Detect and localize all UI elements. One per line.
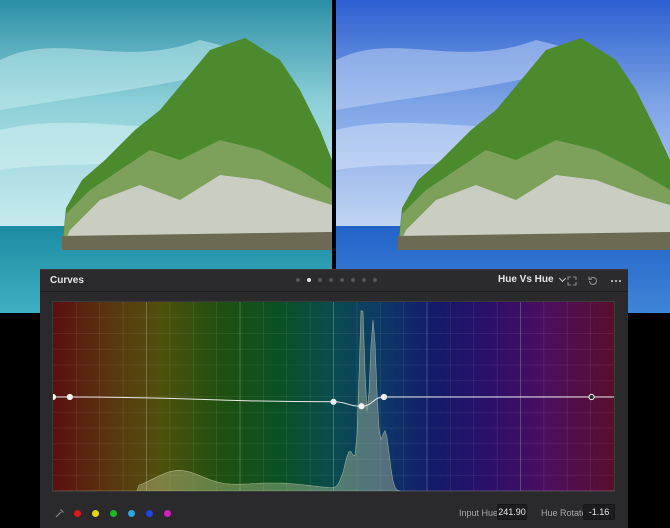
swatch-magenta[interactable] — [164, 510, 171, 517]
eyedropper-icon[interactable] — [54, 507, 66, 519]
curve-control-point[interactable] — [53, 393, 57, 401]
curve-page-indicator[interactable] — [296, 278, 377, 282]
input-hue-field[interactable]: 241.90 — [497, 504, 527, 520]
curves-panel-footer: Input Hue 241.90 Hue Rotate -1.16 — [40, 499, 628, 528]
page-dot[interactable] — [351, 278, 355, 282]
hue-vs-hue-curve-editor[interactable] — [52, 301, 615, 492]
hue-rotate-label: Hue Rotate — [541, 508, 587, 518]
input-hue-label: Input Hue — [459, 508, 499, 518]
swatch-red[interactable] — [74, 510, 81, 517]
page-dot[interactable] — [362, 278, 366, 282]
page-dot[interactable] — [340, 278, 344, 282]
curve-control-point[interactable] — [380, 393, 388, 401]
curve-graph[interactable] — [53, 302, 614, 491]
before-island-image — [0, 0, 332, 313]
after-island-image — [336, 0, 670, 313]
page-dot[interactable] — [296, 278, 300, 282]
reset-icon[interactable] — [586, 274, 600, 288]
more-options-icon[interactable] — [609, 274, 623, 288]
hue-rotate-field[interactable]: -1.16 — [583, 504, 615, 520]
swatch-cyan[interactable] — [128, 510, 135, 517]
panel-title: Curves — [50, 275, 84, 286]
curve-mode-dropdown[interactable]: Hue Vs Hue — [498, 274, 566, 285]
curves-panel: Curves Hue Vs Hue Input Hue 241.90 Hue R… — [40, 269, 628, 528]
viewer-after-image — [336, 0, 670, 313]
curve-control-point[interactable] — [358, 403, 365, 410]
curve-mode-label: Hue Vs Hue — [498, 274, 554, 285]
page-dot[interactable] — [318, 278, 322, 282]
page-dot[interactable] — [373, 278, 377, 282]
curve-control-point[interactable] — [588, 393, 595, 401]
expand-icon[interactable] — [565, 274, 579, 288]
swatch-blue[interactable] — [146, 510, 153, 517]
swatch-yellow[interactable] — [92, 510, 99, 517]
curve-control-point[interactable] — [66, 393, 73, 401]
swatch-green[interactable] — [110, 510, 117, 517]
viewer-before-image — [0, 0, 332, 313]
curve-control-point[interactable] — [330, 398, 337, 405]
page-dot[interactable] — [307, 278, 311, 282]
curves-panel-header: Curves Hue Vs Hue — [40, 270, 628, 292]
page-dot[interactable] — [329, 278, 333, 282]
